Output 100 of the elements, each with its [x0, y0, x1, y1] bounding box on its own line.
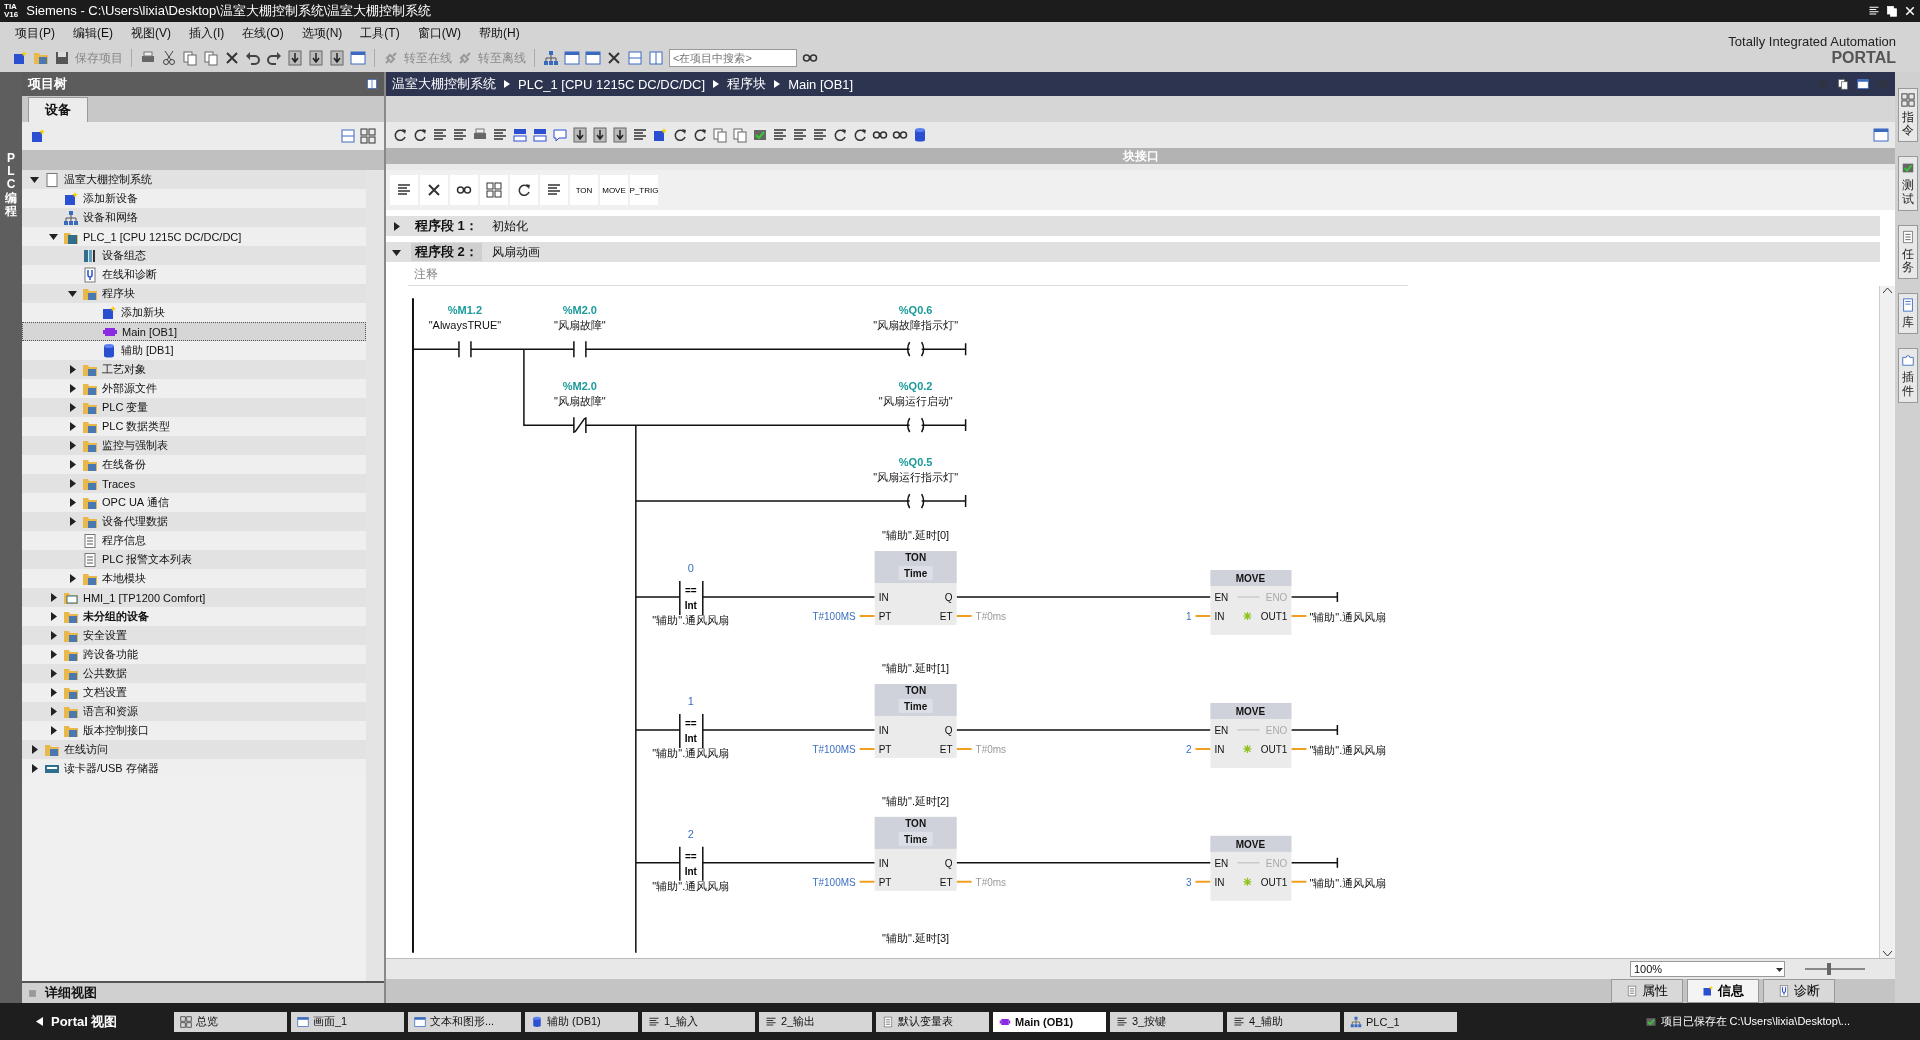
redo-icon[interactable] — [266, 50, 282, 66]
taskbar-item[interactable]: 4_辅助 — [1227, 1011, 1340, 1032]
detail-view-title[interactable]: 详细视图 — [45, 984, 97, 1002]
toolbar-icon[interactable] — [532, 127, 548, 143]
side-tab[interactable]: 插件 — [1897, 348, 1918, 403]
close-icon[interactable] — [606, 50, 622, 66]
breadcrumb-item[interactable]: 温室大棚控制系统 — [392, 75, 496, 93]
taskbar-item[interactable]: PLC_1 — [1344, 1011, 1457, 1032]
tree-item[interactable]: PLC 变量 — [22, 398, 366, 417]
tree-tab[interactable]: 设备 — [28, 97, 88, 122]
tree-item[interactable]: Main [OB1] — [22, 322, 366, 341]
menu-item[interactable]: 窗口(W) — [408, 22, 470, 44]
taskbar-item[interactable]: 2_输出 — [759, 1011, 872, 1032]
instruction-button[interactable]: P_TRIG — [630, 175, 658, 205]
maximize-icon[interactable] — [1857, 78, 1869, 90]
network-header[interactable]: 程序段 1： 初始化 — [386, 216, 1880, 236]
menu-item[interactable]: 帮助(H) — [470, 22, 529, 44]
tree-item[interactable]: 设备和网络 — [22, 208, 366, 227]
portal-view-button[interactable]: Portal 视图 — [30, 1011, 170, 1032]
instruction-button[interactable]: TON — [570, 175, 598, 205]
open-folder-icon[interactable] — [33, 50, 49, 66]
tree-item[interactable]: 语言和资源 — [22, 702, 366, 721]
restore-icon[interactable] — [1886, 5, 1898, 17]
toolbar-icon[interactable] — [672, 127, 688, 143]
scroll-down-icon[interactable] — [1883, 949, 1892, 958]
breadcrumb-item[interactable]: PLC_1 [CPU 1215C DC/DC/DC] — [518, 76, 706, 92]
copy-icon[interactable] — [182, 50, 198, 66]
toolbar-icon[interactable] — [832, 127, 848, 143]
delete-icon[interactable] — [224, 50, 240, 66]
breadcrumb-item[interactable]: Main [OB1] — [788, 76, 854, 92]
side-tab[interactable]: 任务 — [1897, 224, 1918, 280]
breadcrumb-item[interactable]: 程序块 — [727, 75, 767, 93]
pin-label: PT — [878, 876, 892, 888]
zoom-field[interactable]: 100% — [1630, 961, 1785, 977]
toolbar-icon[interactable] — [412, 127, 428, 143]
accessible-devices-icon[interactable] — [543, 50, 559, 66]
scroll-up-icon[interactable] — [1883, 286, 1892, 295]
new-project-icon[interactable] — [12, 50, 28, 66]
toolbar-icon[interactable] — [612, 127, 628, 143]
toolbar-icon[interactable] — [512, 127, 528, 143]
taskbar-item[interactable]: 总览 — [174, 1011, 287, 1032]
inspector-tab[interactable]: 诊断 — [1763, 979, 1835, 1003]
comment-field[interactable]: 注释 — [408, 264, 1408, 286]
inspector-tab[interactable]: 属性 — [1611, 979, 1683, 1003]
menu-item[interactable]: 视图(V) — [122, 22, 180, 44]
tree-item[interactable]: HMI_1 [TP1200 Comfort] — [22, 588, 366, 607]
toolbar-icon[interactable] — [652, 127, 668, 143]
toolbar-icon[interactable] — [912, 127, 928, 143]
menu-item[interactable]: 编辑(E) — [64, 22, 122, 44]
taskbar-item[interactable]: 文本和图形... — [408, 1011, 521, 1032]
tree-item[interactable]: 设备代理数据 — [22, 512, 366, 531]
split-horizontal-icon[interactable] — [627, 50, 643, 66]
tree-item[interactable]: 程序块 — [22, 284, 366, 303]
taskbar-item[interactable]: 画面_1 — [291, 1011, 404, 1032]
side-tab[interactable]: 指令 — [1897, 88, 1918, 143]
search-field[interactable]: <在项目中搜索> — [669, 49, 797, 67]
toolbar-icon[interactable] — [592, 127, 608, 143]
collapse-arrow-icon[interactable] — [29, 175, 39, 184]
taskbar-item[interactable]: 默认变量表 — [876, 1011, 989, 1032]
instruction-button[interactable]: MOVE — [600, 175, 628, 205]
network-header[interactable]: 程序段 2： 风扇动画 — [386, 242, 1880, 262]
collapse-arrow-icon[interactable] — [48, 232, 58, 241]
tree-item[interactable]: 公共数据 — [22, 664, 366, 683]
toolbar-icon[interactable] — [852, 127, 868, 143]
menu-item[interactable]: 选项(N) — [292, 22, 352, 44]
collapse-arrow-icon[interactable] — [392, 247, 401, 257]
add-icon[interactable] — [30, 128, 46, 144]
table-view-icon[interactable] — [340, 128, 356, 144]
toolbar-icon[interactable] — [392, 127, 408, 143]
tree-item[interactable]: 工艺对象 — [22, 360, 366, 379]
collapse-arrow-icon[interactable] — [67, 289, 77, 298]
side-tab[interactable]: PLC 编程 — [5, 152, 17, 218]
tree-item[interactable]: 温室大棚控制系统 — [22, 170, 366, 189]
tree-item[interactable]: PLC 报警文本列表 — [22, 550, 366, 569]
taskbar-item[interactable]: 1_输入 — [642, 1011, 755, 1032]
instance-name: "辅助".延时[2] — [882, 794, 950, 807]
toolbar-icon[interactable] — [572, 127, 588, 143]
collapse-panel-icon[interactable] — [366, 78, 378, 90]
save-icon[interactable] — [54, 50, 70, 66]
undo-icon[interactable] — [245, 50, 261, 66]
restore-icon[interactable] — [1837, 78, 1849, 90]
taskbar-item[interactable]: Main (OB1) — [993, 1011, 1106, 1032]
tree-item[interactable]: 监控与强制表 — [22, 436, 366, 455]
tree-item[interactable]: 设备组态 — [22, 246, 366, 265]
split-vertical-icon[interactable] — [648, 50, 664, 66]
tree-item[interactable]: 在线访问 — [22, 740, 366, 759]
taskbar-item[interactable]: 辅助 (DB1) — [525, 1011, 638, 1032]
inspector-tab[interactable]: 信息 — [1687, 979, 1759, 1003]
tree-item[interactable]: Traces — [22, 474, 366, 493]
tree-item[interactable]: 安全设置 — [22, 626, 366, 645]
menu-item[interactable]: 项目(P) — [6, 22, 64, 44]
menu-item[interactable]: 插入(I) — [180, 22, 234, 44]
download-icon[interactable] — [308, 50, 324, 66]
cut-icon[interactable] — [161, 50, 177, 66]
taskbar-item[interactable]: 3_按键 — [1110, 1011, 1223, 1032]
menu-item[interactable]: 在线(O) — [233, 22, 293, 44]
toolbar-icon[interactable] — [692, 127, 708, 143]
side-tab[interactable]: 测试 — [1897, 156, 1918, 211]
menu-item[interactable]: 工具(T) — [351, 22, 409, 44]
side-tab[interactable]: 库 — [1897, 293, 1918, 335]
